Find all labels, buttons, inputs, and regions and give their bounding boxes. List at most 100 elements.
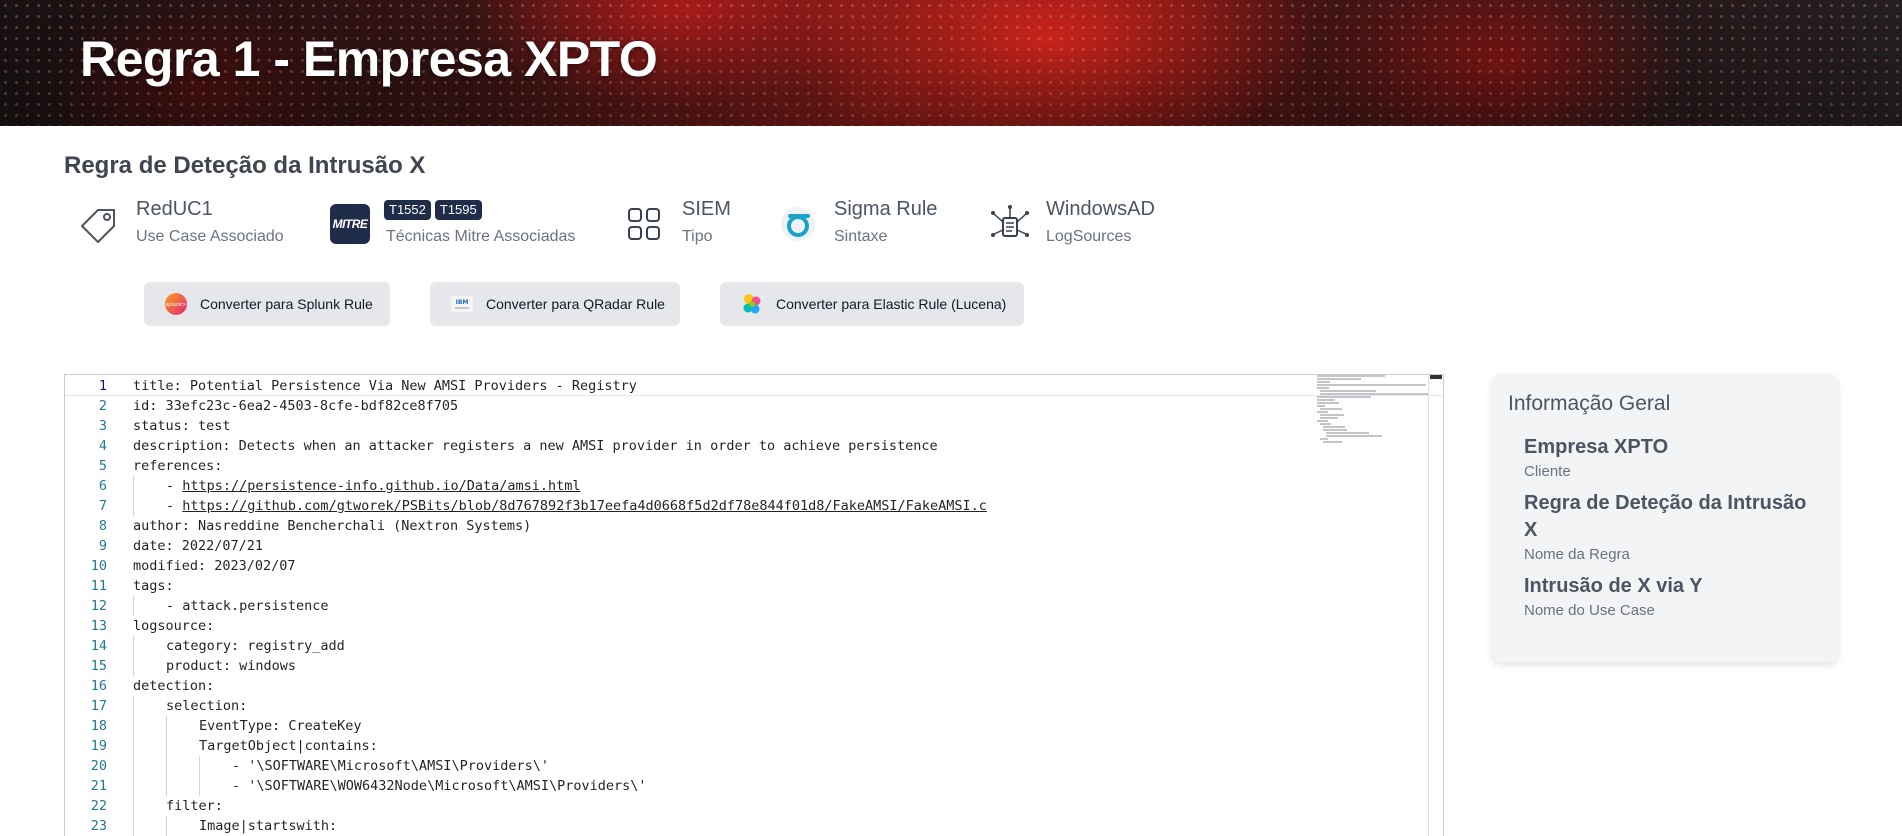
code-line[interactable]: 5 references: bbox=[65, 456, 1443, 476]
mitre-badge-t1552[interactable]: T1552 bbox=[384, 200, 431, 220]
line-number: 1 bbox=[98, 378, 107, 394]
code-line[interactable]: 6 - https://persistence-info.github.io/Da… bbox=[65, 476, 1443, 496]
reference-link[interactable]: https://github.com/gtworek/PSBits/blob/8… bbox=[182, 498, 987, 514]
code-line[interactable]: 20 - '\SOFTWARE\Microsoft\AMSI\Providers\… bbox=[65, 756, 1443, 776]
indent-guide bbox=[133, 756, 134, 776]
code-line[interactable]: 17 selection: bbox=[65, 696, 1443, 716]
code-text: modified: 2023/02/07 bbox=[133, 558, 296, 574]
line-number: 5 bbox=[98, 458, 107, 474]
indent-guide bbox=[133, 796, 134, 816]
indent-guide bbox=[199, 776, 200, 796]
code-text: - https://persistence-info.github.io/Dat… bbox=[166, 476, 581, 496]
code-editor[interactable]: 1 title: Potential Persistence Via New AM… bbox=[64, 374, 1444, 836]
reference-link[interactable]: https://persistence-info.github.io/Data/… bbox=[182, 478, 580, 494]
client-label: Cliente bbox=[1524, 463, 1571, 480]
qradar-logo: IBM bbox=[450, 292, 474, 316]
indent-guide bbox=[133, 736, 134, 756]
line-number: 19 bbox=[90, 738, 107, 754]
log-sources-value: WindowsAD bbox=[1046, 198, 1155, 220]
line-number: 23 bbox=[90, 818, 107, 834]
line-number: 9 bbox=[98, 538, 107, 554]
mitre-logo: MITRE bbox=[328, 202, 372, 246]
indent-guide bbox=[199, 756, 200, 776]
convert-splunk-button[interactable]: splunk> Converter para Splunk Rule bbox=[144, 282, 390, 326]
indent-guide bbox=[133, 596, 134, 616]
svg-text:splunk>: splunk> bbox=[166, 302, 187, 308]
code-line[interactable]: 15 product: windows bbox=[65, 656, 1443, 676]
indent-guide bbox=[166, 716, 167, 736]
rule-name-label: Nome da Regra bbox=[1524, 546, 1630, 563]
convert-qradar-button[interactable]: IBM Converter para QRadar Rule bbox=[430, 282, 680, 326]
grid-icon bbox=[622, 202, 666, 246]
code-line[interactable]: 19 TargetObject|contains: bbox=[65, 736, 1443, 756]
code-text: author: Nasreddine Bencherchali (Nextron… bbox=[133, 518, 532, 534]
indent-guide bbox=[133, 776, 134, 796]
line-number: 18 bbox=[90, 718, 107, 734]
convert-splunk-label: Converter para Splunk Rule bbox=[200, 296, 373, 312]
elastic-logo bbox=[740, 292, 764, 316]
code-text: status: test bbox=[133, 418, 231, 434]
info-item-use-case: Intrusão de X via Y Nome do Use Case bbox=[1524, 573, 1822, 619]
code-line[interactable]: 13 logsource: bbox=[65, 616, 1443, 636]
code-line[interactable]: 21 - '\SOFTWARE\WOW6432Node\Microsoft\AMS… bbox=[65, 776, 1443, 796]
code-line[interactable]: 3 status: test bbox=[65, 416, 1443, 436]
code-text: - '\SOFTWARE\Microsoft\AMSI\Providers\' bbox=[232, 758, 549, 774]
line-number: 10 bbox=[90, 558, 107, 574]
use-case-value: RedUC1 bbox=[136, 198, 213, 220]
code-line[interactable]: 12 - attack.persistence bbox=[65, 596, 1443, 616]
code-line[interactable]: 8 author: Nasreddine Bencherchali (Nextro… bbox=[65, 516, 1443, 536]
mitre-badge-t1595[interactable]: T1595 bbox=[434, 200, 482, 220]
code-line[interactable]: 9 date: 2022/07/21 bbox=[65, 536, 1443, 556]
general-info-card: Informação Geral Empresa XPTO Cliente Re… bbox=[1492, 374, 1838, 662]
log-sources-icon bbox=[988, 202, 1032, 246]
mitre-label: Técnicas Mitre Associadas bbox=[386, 228, 576, 245]
code-text: filter: bbox=[166, 798, 223, 814]
code-line[interactable]: 11 tags: bbox=[65, 576, 1443, 596]
code-text: - attack.persistence bbox=[166, 598, 329, 614]
code-line[interactable]: 14 category: registry_add bbox=[65, 636, 1443, 656]
convert-elastic-label: Converter para Elastic Rule (Lucena) bbox=[776, 296, 1007, 312]
code-text: product: windows bbox=[166, 658, 297, 674]
indent-guide bbox=[133, 476, 134, 496]
list-dash: - bbox=[166, 498, 183, 514]
type-value: SIEM bbox=[682, 198, 731, 220]
code-text: selection: bbox=[166, 698, 248, 714]
code-text: detection: bbox=[133, 678, 215, 694]
convert-qradar-label: Converter para QRadar Rule bbox=[486, 296, 665, 312]
sigma-logo bbox=[776, 202, 820, 246]
line-number: 2 bbox=[98, 398, 107, 414]
indent-guide bbox=[133, 716, 134, 736]
line-number: 15 bbox=[90, 658, 107, 674]
code-line[interactable]: 1 title: Potential Persistence Via New AM… bbox=[65, 376, 1443, 396]
line-number: 12 bbox=[90, 598, 107, 614]
code-line[interactable]: 23 Image|startswith: bbox=[65, 816, 1443, 836]
code-text: - https://github.com/gtworek/PSBits/blob… bbox=[166, 496, 987, 516]
line-number: 21 bbox=[90, 778, 107, 794]
indent-guide bbox=[166, 736, 167, 756]
indent-guide bbox=[133, 496, 134, 516]
code-text: description: Detects when an attacker re… bbox=[133, 438, 938, 454]
convert-elastic-button[interactable]: Converter para Elastic Rule (Lucena) bbox=[720, 282, 1024, 326]
code-line[interactable]: 7 - https://github.com/gtworek/PSBits/blo… bbox=[65, 496, 1443, 516]
svg-text:IBM: IBM bbox=[456, 299, 469, 306]
code-text: logsource: bbox=[133, 618, 215, 634]
info-item-rule-name: Regra de Deteção da Intrusão X Nome da R… bbox=[1524, 490, 1822, 563]
code-line[interactable]: 2 id: 33efc23c-6ea2-4503-8cfe-bdf82ce8f70… bbox=[65, 396, 1443, 416]
code-text: references: bbox=[133, 458, 223, 474]
type-label: Tipo bbox=[682, 228, 713, 245]
code-line[interactable]: 16 detection: bbox=[65, 676, 1443, 696]
indent-guide bbox=[133, 816, 134, 836]
indent-guide bbox=[133, 656, 134, 676]
code-line[interactable]: 10 modified: 2023/02/07 bbox=[65, 556, 1443, 576]
indent-guide bbox=[166, 816, 167, 836]
line-number: 14 bbox=[90, 638, 107, 654]
code-text: title: Potential Persistence Via New AMS… bbox=[133, 378, 637, 394]
code-line[interactable]: 22 filter: bbox=[65, 796, 1443, 816]
code-text: TargetObject|contains: bbox=[199, 738, 378, 754]
list-dash: - bbox=[166, 478, 183, 494]
syntax-value: Sigma Rule bbox=[834, 198, 938, 220]
code-line[interactable]: 18 EventType: CreateKey bbox=[65, 716, 1443, 736]
code-line[interactable]: 4 description: Detects when an attacker r… bbox=[65, 436, 1443, 456]
line-number: 13 bbox=[90, 618, 107, 634]
rule-name-heading: Regra de Deteção da Intrusão X bbox=[64, 152, 426, 179]
